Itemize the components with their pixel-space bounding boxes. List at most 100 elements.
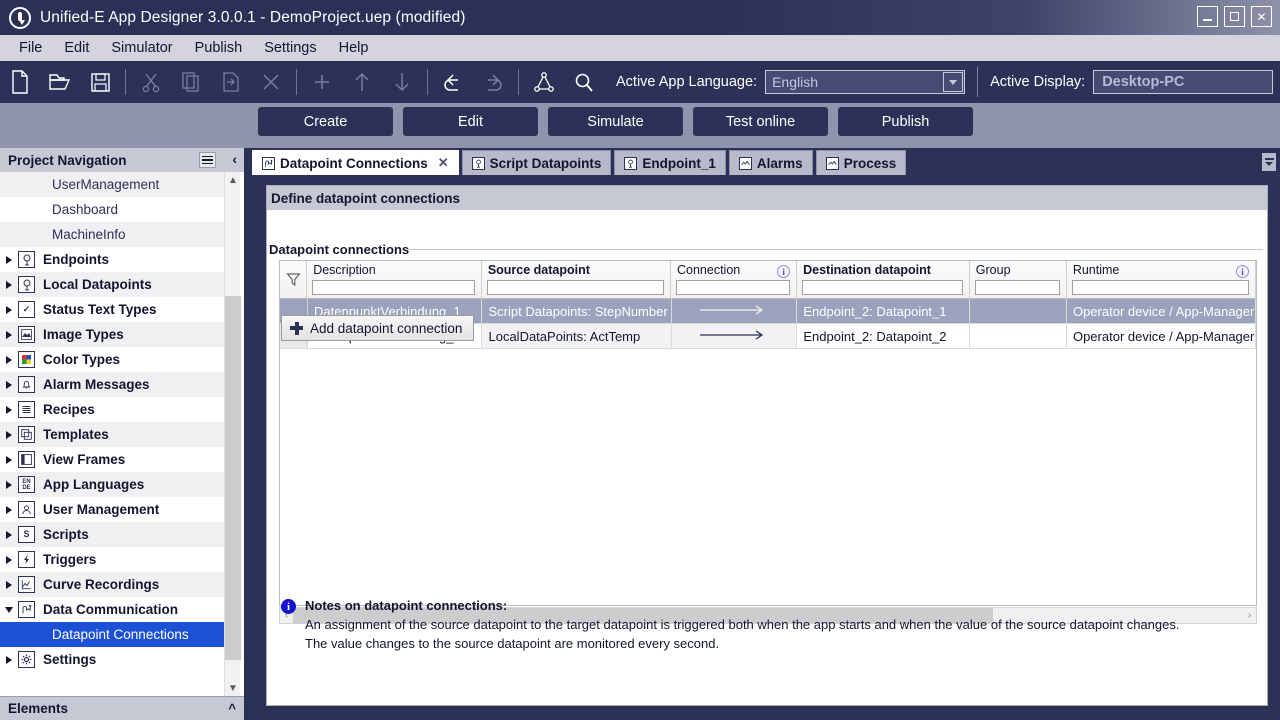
menu-file[interactable]: File	[8, 38, 53, 58]
tab-datapoint-connections[interactable]: Datapoint Connections ✕	[252, 150, 459, 175]
sidebar-item-label: Image Types	[43, 327, 124, 342]
expand-arrow-icon[interactable]	[0, 430, 18, 439]
sidebar-scrollbar[interactable]: ▲ ▼	[224, 172, 241, 696]
funnel-icon[interactable]	[280, 261, 308, 298]
sidebar-item-image-types[interactable]: Image Types	[0, 322, 232, 347]
sidebar-item-triggers[interactable]: Triggers	[0, 547, 232, 572]
sidebar-item-status-text-types[interactable]: ✓ Status Text Types	[0, 297, 232, 322]
expand-arrow-icon[interactable]	[0, 480, 18, 489]
close-button[interactable]: ✕	[1251, 6, 1272, 27]
filter-description[interactable]	[312, 280, 475, 295]
scroll-up-icon[interactable]: ▲	[225, 172, 241, 188]
add-datapoint-connection-button[interactable]: Add datapoint connection	[281, 315, 475, 341]
active-language-select[interactable]: English	[765, 70, 966, 94]
column-connection[interactable]: Connection i	[670, 261, 798, 298]
expand-arrow-icon[interactable]	[0, 530, 18, 539]
app-logo-icon	[9, 6, 31, 29]
menu-publish[interactable]: Publish	[184, 38, 254, 58]
expand-arrow-icon[interactable]	[0, 580, 18, 589]
expand-arrow-icon[interactable]	[0, 355, 18, 364]
sidebar-item-label: Scripts	[43, 527, 89, 542]
sidebar-item-dashboard[interactable]: Dashboard	[0, 197, 232, 222]
save-icon[interactable]	[80, 61, 120, 103]
connection-icon[interactable]	[524, 61, 564, 103]
filter-runtime[interactable]	[1071, 280, 1249, 295]
tab-script-datapoints[interactable]: Script Datapoints	[461, 150, 612, 175]
expand-arrow-icon[interactable]	[0, 330, 18, 339]
expand-arrow-icon[interactable]	[0, 305, 18, 314]
sidebar-item-machineinfo[interactable]: MachineInfo	[0, 222, 232, 247]
tab-endpoint-1[interactable]: Endpoint_1	[614, 150, 726, 175]
edit-button[interactable]: Edit	[403, 107, 538, 136]
open-folder-icon[interactable]	[40, 61, 80, 103]
expand-arrow-icon[interactable]	[0, 555, 18, 564]
arrow-right-icon	[698, 304, 770, 319]
menu-help[interactable]: Help	[328, 38, 380, 58]
copy-icon	[171, 61, 211, 103]
sidebar-item-endpoints[interactable]: Endpoints	[0, 247, 232, 272]
scroll-down-icon[interactable]: ▼	[225, 680, 241, 696]
data-comm-icon	[262, 156, 275, 170]
column-runtime[interactable]: Runtime i	[1066, 261, 1256, 298]
filter-destination-datapoint[interactable]	[802, 280, 963, 295]
menu-simulator[interactable]: Simulator	[100, 38, 183, 58]
hamburger-icon[interactable]	[199, 152, 216, 168]
menu-edit[interactable]: Edit	[53, 38, 100, 58]
sidebar-tree[interactable]: Settings UserManagement Dashboard Machin…	[0, 172, 232, 696]
expand-arrow-icon[interactable]	[0, 655, 18, 664]
expand-arrow-icon[interactable]	[0, 505, 18, 514]
collapse-arrow-icon[interactable]	[0, 606, 18, 613]
filter-connection[interactable]	[675, 280, 791, 295]
new-file-icon[interactable]	[0, 61, 40, 103]
sidebar-item-datapoint-connections[interactable]: Datapoint Connections	[0, 622, 232, 647]
tab-process[interactable]: Process	[815, 150, 907, 175]
chevron-left-icon[interactable]: ‹	[232, 151, 237, 167]
chevron-up-icon[interactable]: ^	[228, 701, 236, 716]
column-group[interactable]: Group	[969, 261, 1067, 298]
filter-group[interactable]	[974, 280, 1060, 295]
minimize-button[interactable]	[1197, 6, 1218, 27]
sidebar-item-scripts[interactable]: S Scripts	[0, 522, 232, 547]
sidebar-item-app-languages[interactable]: EN DE App Languages	[0, 472, 232, 497]
templates-icon	[18, 426, 35, 443]
toolbar-separator	[125, 69, 126, 95]
sidebar-item-usermanagement[interactable]: UserManagement	[0, 172, 232, 197]
sidebar-item-user-management[interactable]: User Management	[0, 497, 232, 522]
sidebar-item-curve-recordings[interactable]: Curve Recordings	[0, 572, 232, 597]
sidebar-item-templates[interactable]: Templates	[0, 422, 232, 447]
sidebar-item-settings[interactable]: Settings	[0, 647, 232, 672]
sidebar-item-recipes[interactable]: Recipes	[0, 397, 232, 422]
sidebar-item-data-communication[interactable]: Data Communication	[0, 597, 232, 622]
sidebar-item-color-types[interactable]: Color Types	[0, 347, 232, 372]
menu-settings[interactable]: Settings	[253, 38, 327, 58]
active-display-field[interactable]: Desktop-PC	[1093, 70, 1274, 94]
expand-arrow-icon[interactable]	[0, 280, 18, 289]
filter-source-datapoint[interactable]	[486, 280, 664, 295]
sidebar-item-local-datapoints[interactable]: Local Datapoints	[0, 272, 232, 297]
datapoint-connections-grid[interactable]: Description Source datapoint Connection …	[279, 260, 1257, 606]
column-destination-datapoint[interactable]: Destination datapoint	[797, 261, 970, 298]
info-icon[interactable]: i	[1236, 265, 1249, 278]
sidebar-item-view-frames[interactable]: View Frames	[0, 447, 232, 472]
simulate-button[interactable]: Simulate	[548, 107, 683, 136]
tab-overflow-button[interactable]	[1262, 153, 1276, 171]
tab-alarms[interactable]: Alarms	[728, 150, 813, 175]
expand-arrow-icon[interactable]	[0, 255, 18, 264]
test-online-button[interactable]: Test online	[693, 107, 828, 136]
publish-button[interactable]: Publish	[838, 107, 973, 136]
undo-icon[interactable]	[433, 61, 473, 103]
chevron-down-icon[interactable]	[943, 72, 964, 92]
scrollbar-thumb[interactable]	[225, 296, 241, 660]
expand-arrow-icon[interactable]	[0, 455, 18, 464]
maximize-button[interactable]	[1224, 6, 1245, 27]
expand-arrow-icon[interactable]	[0, 405, 18, 414]
sidebar-item-alarm-messages[interactable]: Alarm Messages	[0, 372, 232, 397]
expand-arrow-icon[interactable]	[0, 380, 18, 389]
search-icon[interactable]	[564, 61, 604, 103]
elements-panel-header[interactable]: Elements ^	[0, 696, 244, 720]
create-button[interactable]: Create	[258, 107, 393, 136]
frame-icon	[18, 451, 35, 468]
column-description[interactable]: Description	[307, 261, 482, 298]
close-icon[interactable]: ✕	[438, 155, 449, 171]
column-source-datapoint[interactable]: Source datapoint	[481, 261, 671, 298]
